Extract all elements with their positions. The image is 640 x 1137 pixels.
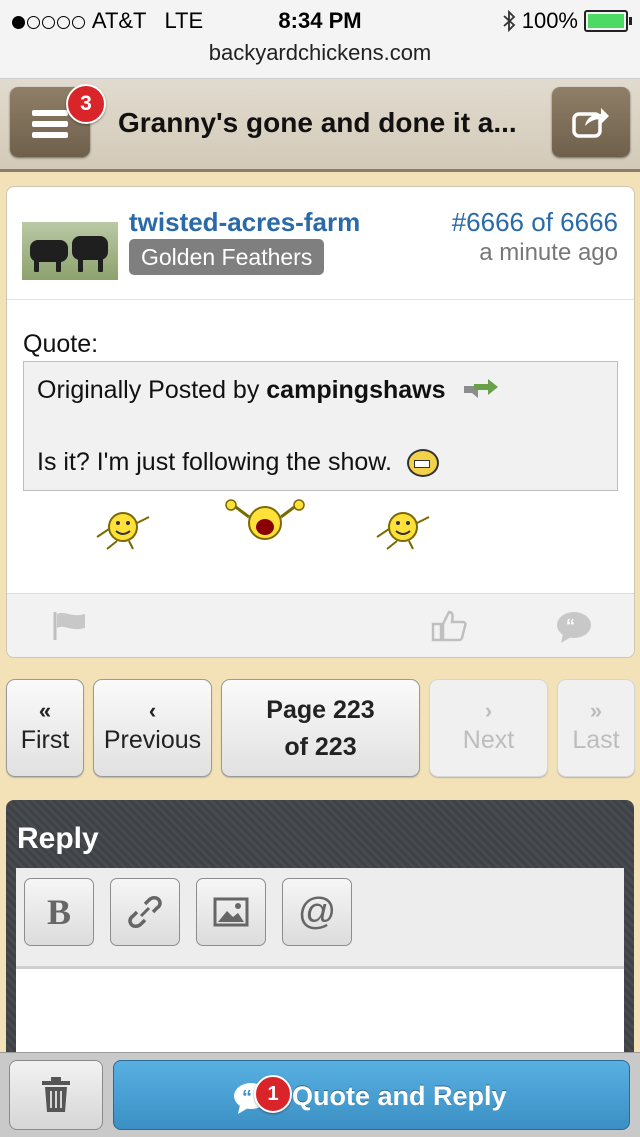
first-page-button[interactable]: « First [6,679,84,777]
flag-icon[interactable] [51,610,87,642]
discard-button[interactable] [9,1060,103,1130]
mention-button[interactable]: @ [282,878,352,946]
pagination: « First ‹ Previous Page 223 of 223 › Nex… [0,679,640,777]
link-button[interactable] [110,878,180,946]
quote-count-badge: 1 [254,1075,292,1113]
next-label: Next [462,726,515,754]
trash-icon [42,1077,70,1112]
post-number-link[interactable]: #6666 of 6666 [452,207,618,238]
quote-label: Quote: [23,330,99,358]
page-current: Page 223 [266,696,375,724]
quote-attribution: Originally Posted by campingshaws [37,376,500,407]
quote-prefix: Originally Posted by [37,376,260,405]
image-icon [213,897,249,927]
quote-author[interactable]: campingshaws [266,376,445,404]
share-icon [572,108,609,138]
previous-page-button[interactable]: ‹ Previous [93,679,212,777]
next-page-button[interactable]: › Next [429,679,548,777]
cheering-smiley-icon [223,497,307,556]
page-selector[interactable]: Page 223 of 223 [221,679,420,777]
notification-badge: 3 [66,84,106,124]
last-page-button[interactable]: » Last [557,679,635,777]
reply-textarea[interactable] [16,969,624,1060]
quote-text: Is it? I'm just following the show. [37,448,392,476]
hamburger-icon [32,110,68,143]
status-bar: AT&T LTE 8:34 PM 100% backyardchickens.c… [0,0,640,79]
link-icon [128,896,162,928]
grin-smiley-icon [406,449,439,478]
battery-info: 100% [502,8,632,34]
divider [7,299,634,300]
image-button[interactable] [196,878,266,946]
reply-title: Reply [17,822,99,855]
last-label: Last [572,726,620,754]
quote-and-reply-button[interactable]: “ 1 Quote and Reply [113,1060,630,1130]
chevron-left-icon: ‹ [148,698,157,723]
view-post-icon[interactable] [462,376,500,407]
post-username[interactable]: twisted-acres-farm [129,207,360,238]
share-button[interactable] [552,87,630,157]
reply-panel: Reply B @ [6,800,634,1060]
at-icon: @ [297,891,337,933]
dancing-smiley-icon-2 [373,507,433,556]
bold-icon: B [46,892,71,932]
quote-text-line: Is it? I'm just following the show. [37,448,439,478]
quote-box: Originally Posted by campingshaws Is it?… [23,361,618,491]
reply-editor: B @ [16,868,624,1060]
chevron-right-icon: › [484,698,493,723]
thread-title: Granny's gone and done it a... [118,107,517,138]
previous-label: Previous [103,726,202,754]
address-bar[interactable]: backyardchickens.com [0,40,640,66]
double-chevron-right-icon: » [589,698,603,723]
quote-and-reply-label: Quote and Reply [292,1081,507,1111]
dancing-smiley-icon [93,507,153,556]
editor-toolbar: B @ [16,868,624,969]
bold-button[interactable]: B [24,878,94,946]
double-chevron-left-icon: « [38,698,52,723]
bottom-action-bar: “ 1 Quote and Reply [0,1052,640,1137]
post-actions-bar: “ [7,593,634,657]
bluetooth-icon [503,10,516,32]
quote-icon[interactable]: “ [555,610,593,644]
post-time: a minute ago [479,239,618,266]
avatar[interactable] [22,222,118,280]
svg-text:“: “ [566,616,575,636]
post-card: twisted-acres-farm Golden Feathers #6666… [6,186,635,658]
like-icon[interactable] [431,610,467,642]
battery-icon [584,10,632,32]
battery-percent: 100% [521,8,578,33]
svg-text:“: “ [242,1087,252,1109]
user-rank-badge: Golden Feathers [129,239,325,275]
first-label: First [20,726,70,754]
page-total: of 223 [284,733,357,761]
